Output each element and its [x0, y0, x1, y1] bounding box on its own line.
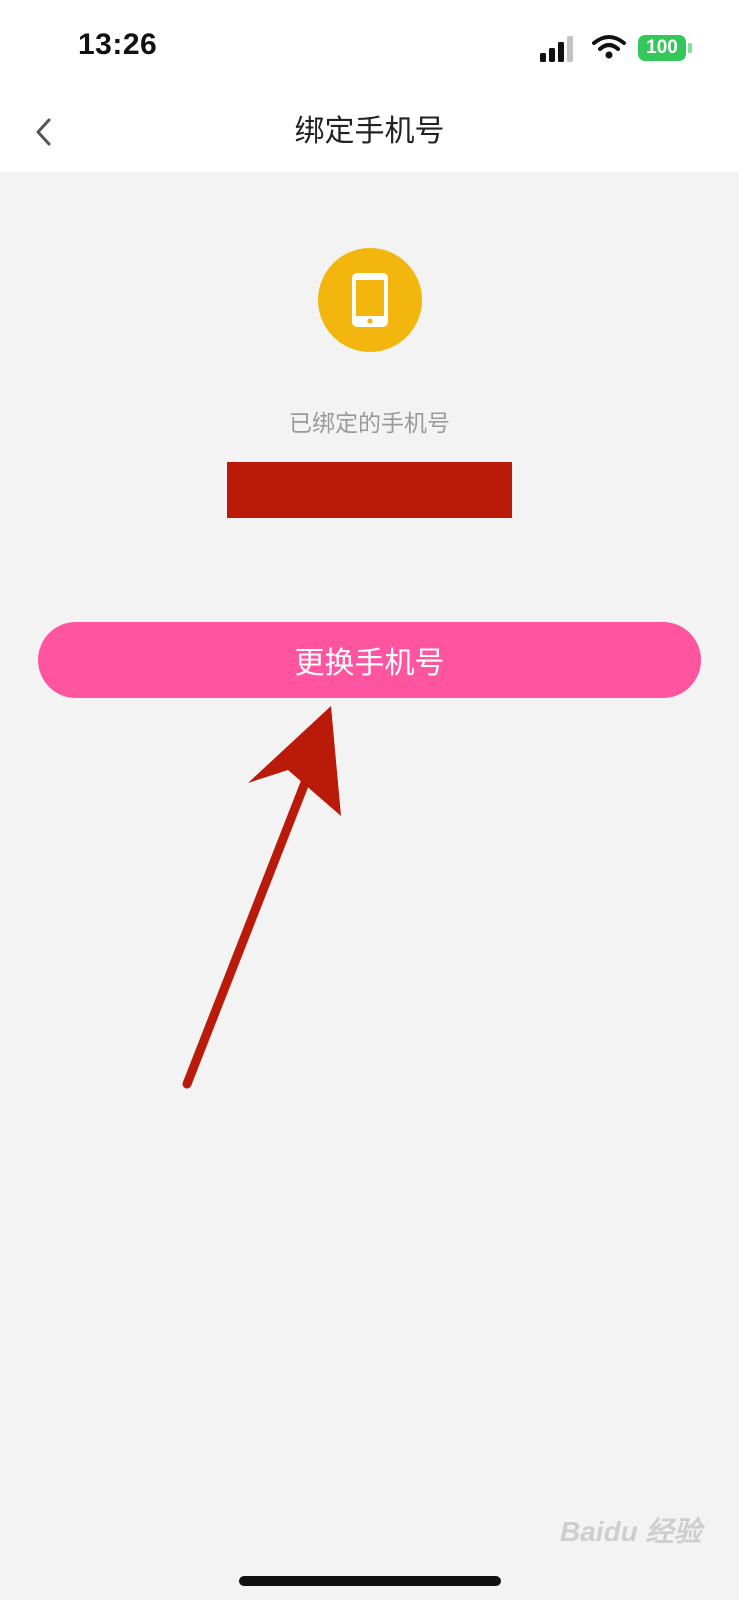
baidu-watermark: Baidu 经验: [560, 1516, 702, 1547]
battery-tip: [688, 43, 692, 53]
battery-level: 100: [646, 37, 678, 58]
home-indicator[interactable]: [239, 1576, 501, 1586]
cellular-signal-icon: [540, 36, 573, 62]
page-title: 绑定手机号: [294, 114, 445, 149]
wifi-icon: [592, 35, 626, 59]
battery-icon: 100: [638, 35, 686, 61]
annotation-arrow-icon: [182, 706, 341, 1089]
back-button[interactable]: [24, 112, 64, 152]
bound-phone-label: 已绑定的手机号: [289, 411, 450, 437]
change-phone-button[interactable]: 更换手机号: [38, 622, 701, 698]
status-time: 13:26: [78, 28, 158, 61]
nav-bar: 绑定手机号: [0, 92, 739, 172]
redacted-phone-number: [227, 462, 512, 518]
chevron-left-icon: [36, 118, 51, 146]
status-bar: 13:26 100: [0, 0, 739, 92]
phone-badge: [318, 248, 422, 352]
mobile-phone-icon: [352, 273, 388, 327]
